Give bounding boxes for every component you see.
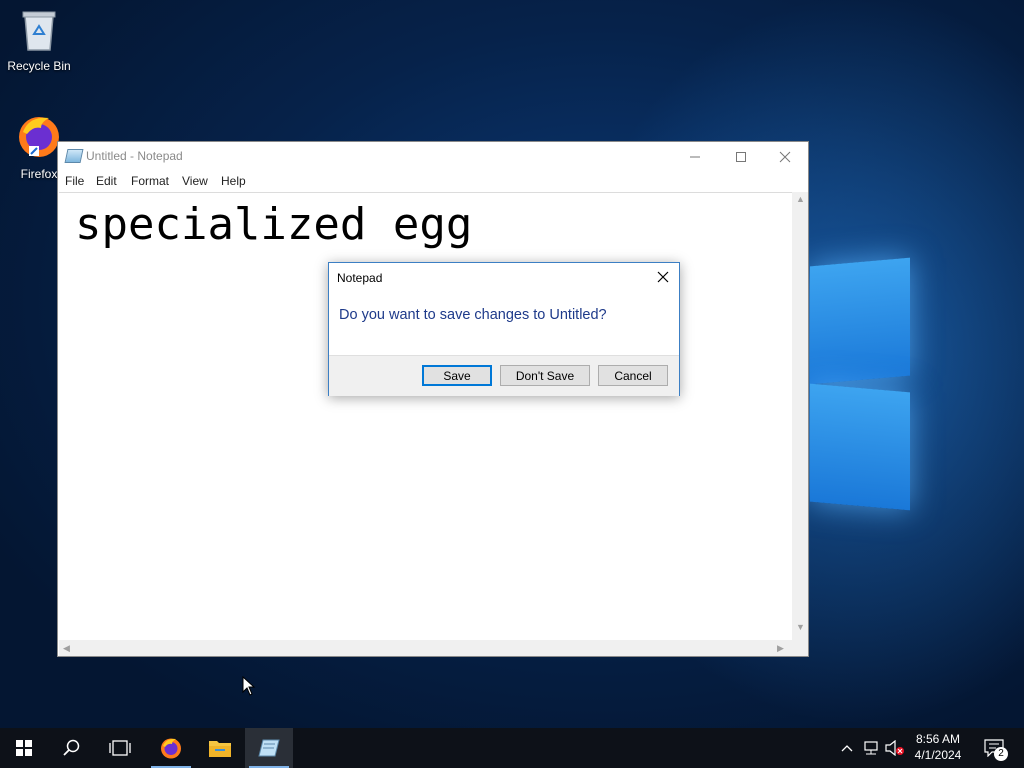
dont-save-button[interactable]: Don't Save xyxy=(500,365,590,386)
volume-muted-icon xyxy=(885,740,904,756)
recycle-bin-icon xyxy=(22,11,56,51)
menu-format[interactable]: Format xyxy=(131,174,169,188)
firefox-icon xyxy=(161,738,181,759)
start-icon xyxy=(16,740,32,756)
close-icon xyxy=(779,151,791,162)
dialog-close-button[interactable] xyxy=(647,263,679,291)
search-icon xyxy=(63,739,80,756)
action-center-button[interactable]: 2 xyxy=(978,728,1010,768)
dialog-message: Do you want to save changes to Untitled? xyxy=(339,307,607,323)
menu-bar: File Edit Format View Help xyxy=(58,171,808,192)
chevron-up-icon xyxy=(841,745,853,752)
scroll-down-arrow-icon[interactable]: ▼ xyxy=(796,622,805,632)
cancel-button[interactable]: Cancel xyxy=(598,365,668,386)
save-changes-dialog: Notepad Do you want to save changes to U… xyxy=(328,262,680,396)
clock-time: 8:56 AM xyxy=(915,732,961,746)
editor-content: specialized egg xyxy=(75,199,473,250)
scroll-left-arrow-icon[interactable]: ◀ xyxy=(63,643,70,654)
maximize-button[interactable] xyxy=(718,142,764,171)
minimize-button[interactable] xyxy=(672,142,718,171)
window-titlebar[interactable]: Untitled - Notepad xyxy=(58,142,808,171)
vertical-scrollbar[interactable]: ▲ ▼ xyxy=(792,192,808,640)
maximize-icon xyxy=(736,151,746,162)
taskbar-firefox[interactable] xyxy=(147,728,195,768)
task-view-icon xyxy=(109,740,131,756)
desktop-icon-recycle-bin[interactable]: Recycle Bin xyxy=(1,8,77,73)
save-button[interactable]: Save xyxy=(422,365,492,386)
network-icon xyxy=(864,741,878,755)
notepad-window: Untitled - Notepad File Edit Format View… xyxy=(57,141,809,657)
taskbar: 8:56 AM 4/1/2024 2 xyxy=(0,728,1024,768)
menu-view[interactable]: View xyxy=(182,174,208,188)
notification-count-badge: 2 xyxy=(994,747,1008,761)
notepad-icon xyxy=(258,739,280,757)
search-button[interactable] xyxy=(48,728,96,768)
menu-file[interactable]: File xyxy=(65,174,84,188)
firefox-icon xyxy=(19,117,59,157)
close-icon xyxy=(657,271,669,283)
start-button[interactable] xyxy=(0,728,48,768)
menu-help[interactable]: Help xyxy=(221,174,246,188)
file-explorer-icon xyxy=(209,741,231,757)
size-grip[interactable] xyxy=(792,640,808,656)
window-title: Untitled - Notepad xyxy=(86,149,183,163)
task-view-button[interactable] xyxy=(96,728,144,768)
show-hidden-icons-button[interactable] xyxy=(838,728,856,768)
close-button[interactable] xyxy=(762,142,808,171)
dialog-button-bar: Save Don't Save Cancel xyxy=(329,355,679,396)
clock[interactable]: 8:56 AM 4/1/2024 xyxy=(906,731,970,763)
clock-date: 4/1/2024 xyxy=(914,748,962,762)
horizontal-scrollbar[interactable]: ◀ ▶ xyxy=(59,640,792,656)
taskbar-file-explorer[interactable] xyxy=(196,728,244,768)
text-editor[interactable]: specialized egg xyxy=(59,192,792,639)
desktop-icon-label: Recycle Bin xyxy=(7,59,71,73)
minimize-icon xyxy=(690,156,700,157)
volume-button[interactable] xyxy=(884,728,906,768)
taskbar-notepad[interactable] xyxy=(245,728,293,768)
scroll-right-arrow-icon[interactable]: ▶ xyxy=(777,643,784,654)
wallpaper-logo-pane xyxy=(810,383,910,511)
mouse-cursor-icon xyxy=(242,676,256,696)
notepad-icon xyxy=(64,149,84,163)
dialog-title: Notepad xyxy=(337,271,383,285)
scroll-up-arrow-icon[interactable]: ▲ xyxy=(796,194,805,204)
wallpaper-logo-pane xyxy=(810,257,910,385)
menu-edit[interactable]: Edit xyxy=(96,174,117,188)
network-button[interactable] xyxy=(860,728,882,768)
